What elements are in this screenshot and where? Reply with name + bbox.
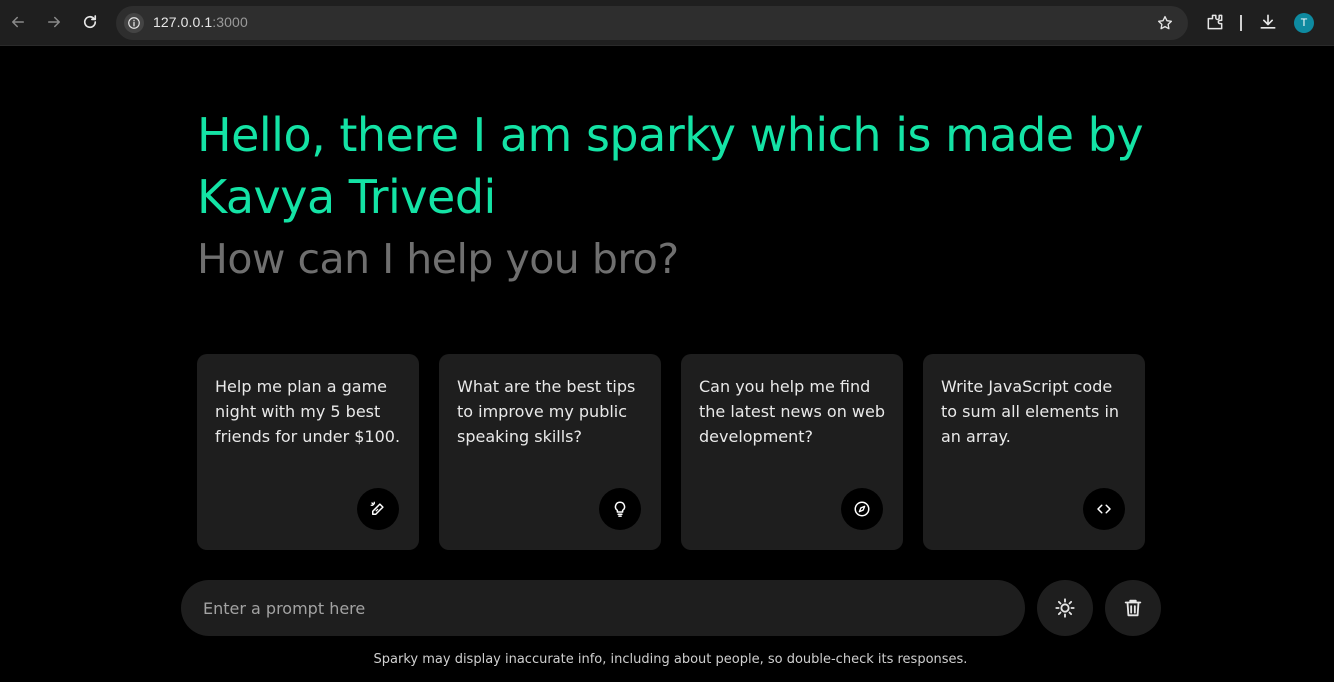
- url-host: 127.0.0.1: [153, 14, 213, 30]
- url-port: :3000: [212, 14, 248, 30]
- greeting-subtitle: How can I help you bro?: [197, 235, 679, 283]
- address-bar[interactable]: 127.0.0.1:3000: [116, 6, 1188, 40]
- greeting-title: Hello, there I am sparky which is made b…: [197, 108, 1144, 224]
- suggestion-card[interactable]: Write JavaScript code to sum all element…: [923, 354, 1145, 550]
- code-icon: [1083, 488, 1125, 530]
- toolbar-divider: [1240, 15, 1242, 31]
- extensions-icon[interactable]: [1204, 11, 1226, 33]
- suggestion-card[interactable]: What are the best tips to improve my pub…: [439, 354, 661, 550]
- forward-icon: [48, 16, 60, 28]
- bookmark-star-icon[interactable]: [1156, 14, 1174, 32]
- downloads-icon[interactable]: [1257, 11, 1279, 33]
- suggestion-card-text: Write JavaScript code to sum all element…: [941, 377, 1120, 446]
- greeting: Hello, there I am sparky which is made b…: [197, 104, 1157, 286]
- prompt-bar: [181, 580, 1025, 636]
- lightbulb-icon: [599, 488, 641, 530]
- forward-button[interactable]: [40, 8, 68, 36]
- back-button[interactable]: [4, 8, 32, 36]
- suggestion-card-text: Can you help me find the latest news on …: [699, 377, 885, 446]
- pen-sparkle-icon: [357, 488, 399, 530]
- profile-avatar[interactable]: T: [1294, 13, 1314, 33]
- reload-icon: [83, 15, 97, 29]
- browser-toolbar: 127.0.0.1:3000 T: [0, 0, 1334, 46]
- suggestion-cards: Help me plan a game night with my 5 best…: [197, 354, 1145, 550]
- delete-chats-button[interactable]: [1105, 580, 1161, 636]
- site-info-icon[interactable]: [124, 13, 144, 33]
- url-text[interactable]: 127.0.0.1:3000: [153, 14, 248, 30]
- compass-icon: [841, 488, 883, 530]
- suggestion-card[interactable]: Help me plan a game night with my 5 best…: [197, 354, 419, 550]
- trash-icon: [1124, 599, 1142, 617]
- suggestion-card-text: Help me plan a game night with my 5 best…: [215, 377, 401, 446]
- sun-icon: [1055, 598, 1075, 618]
- disclaimer-text: Sparky may display inaccurate info, incl…: [373, 652, 968, 667]
- theme-toggle-button[interactable]: [1037, 580, 1093, 636]
- back-icon: [12, 16, 24, 28]
- reload-button[interactable]: [76, 8, 104, 36]
- suggestion-card-text: What are the best tips to improve my pub…: [457, 377, 636, 446]
- prompt-input[interactable]: [203, 580, 1003, 636]
- suggestion-card[interactable]: Can you help me find the latest news on …: [681, 354, 903, 550]
